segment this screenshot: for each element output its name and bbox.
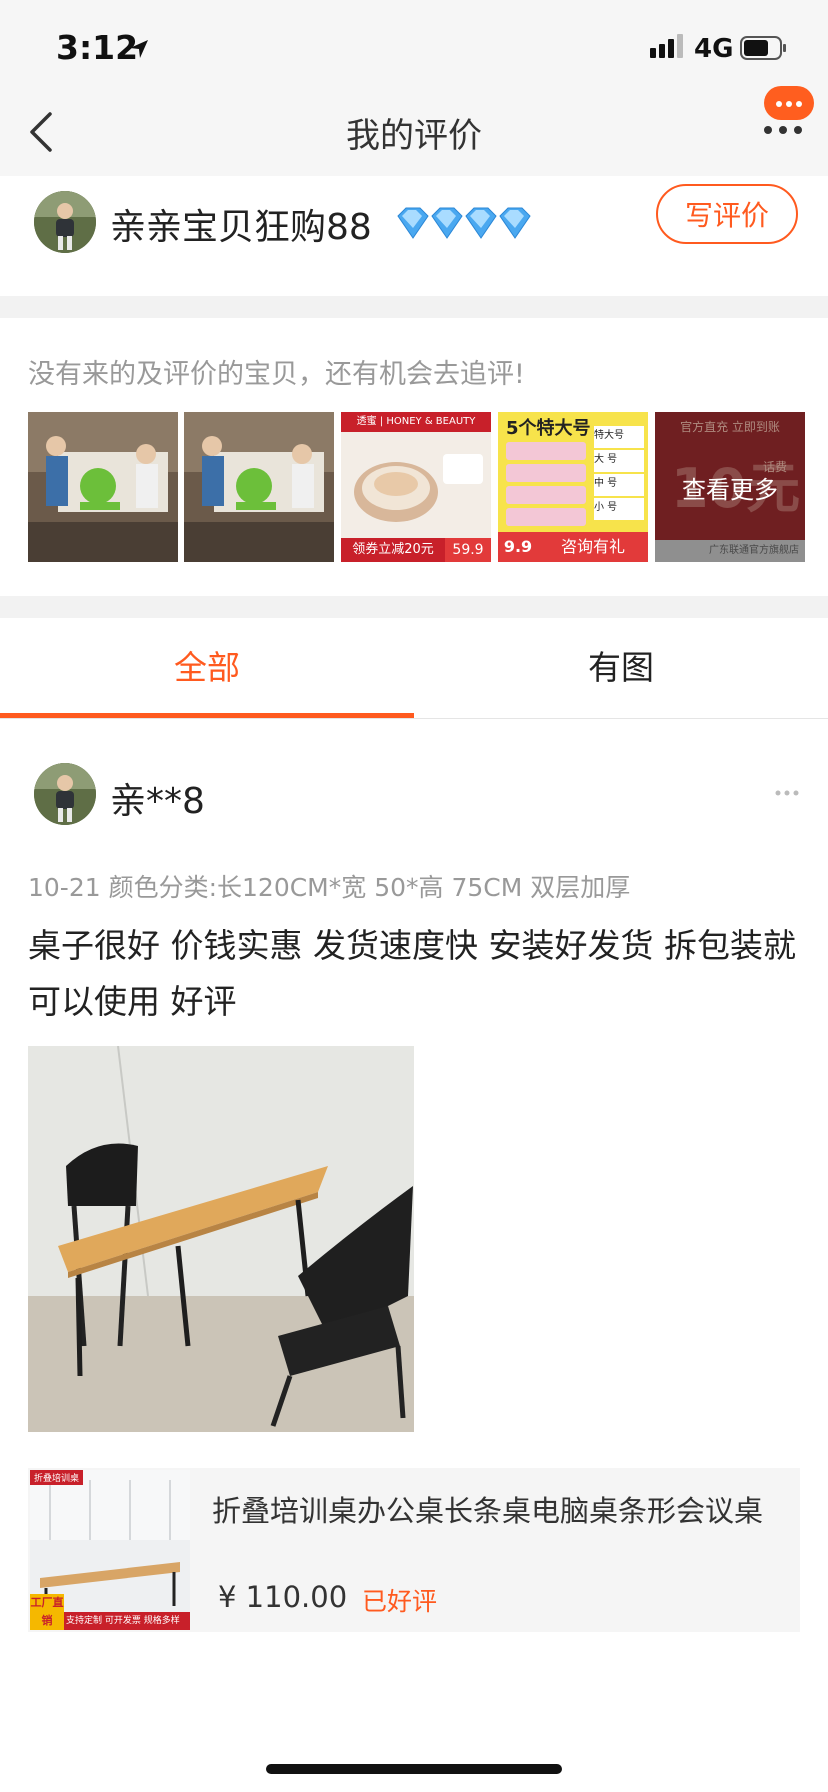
more-options-icon[interactable] [762, 120, 804, 140]
cushion-compact-icon [354, 454, 483, 522]
page-title: 我的评价 [346, 116, 482, 156]
pending-review-hint: 没有来的及评价的宝贝，还有机会去追评! [28, 359, 525, 390]
size-list: 特大号 大 号 中 号 小 号 [594, 426, 644, 520]
tab-divider [0, 718, 828, 719]
product-name: 折叠培训桌办公桌长条桌电脑桌条形会议桌 [212, 1494, 764, 1528]
reviewer-name: 亲**8 [110, 781, 205, 822]
size-label: 小 号 [594, 498, 644, 520]
product-card[interactable]: 折叠培训桌 工厂直销 支持定制 可开发票 规格多样 折叠培训桌办公桌长条桌电脑桌… [28, 1468, 800, 1632]
review-photo[interactable] [28, 1046, 414, 1432]
product-thumbnail: 折叠培训桌 工厂直销 支持定制 可开发票 规格多样 [30, 1470, 190, 1630]
location-arrow-icon [130, 40, 148, 58]
size-label: 特大号 [594, 426, 644, 448]
review-more-icon[interactable] [774, 788, 800, 798]
member-diamond-icon [397, 207, 531, 239]
vacuum-bag-icon [506, 442, 586, 526]
pending-item-thumb[interactable] [184, 412, 334, 562]
pending-item-thumb[interactable]: 透蜜 | HONEY & BEAUTY 领券立减20元 59.9 [341, 412, 491, 562]
size-label: 中 号 [594, 474, 644, 496]
section-divider [0, 296, 828, 318]
size-label: 大 号 [594, 450, 644, 472]
thumb-badge: 领券立减20元 [341, 538, 445, 562]
pending-item-thumb-more[interactable]: 官方直充 立即到账 10元 话费 广东联通官方旗舰店 查看更多 [655, 412, 805, 562]
reviewer-avatar[interactable] [34, 763, 96, 825]
review-status-badge: 已好评 [362, 1587, 438, 1616]
thumb-price: 59.9 [445, 538, 491, 562]
product-price: ¥ 110.00 [218, 1580, 348, 1614]
write-review-button[interactable]: 写评价 [656, 184, 798, 244]
avatar[interactable] [34, 191, 96, 253]
see-more-label[interactable]: 查看更多 [655, 412, 805, 562]
thumb-brand: 透蜜 | HONEY & BEAUTY [341, 412, 491, 432]
thumb-price: 9.9 [498, 532, 538, 562]
pending-item-thumb[interactable]: 5个特大号 特大号 大 号 中 号 小 号 9.9 咨询有礼 [498, 412, 648, 562]
thumb-tag: 折叠培训桌 [30, 1470, 84, 1485]
section-divider [0, 596, 828, 618]
network-type: 4G [694, 34, 734, 64]
status-time: 3:12 [56, 28, 139, 67]
home-indicator[interactable] [266, 1764, 562, 1774]
review-meta: 10-21 颜色分类:长120CM*宽 50*高 75CM 双层加厚 [28, 873, 631, 902]
message-bubble-icon[interactable] [764, 86, 814, 120]
thumb-headline: 5个特大号 [506, 418, 591, 439]
thumb-cta: 咨询有礼 [538, 532, 648, 562]
tab-all[interactable]: 全部 [0, 618, 414, 718]
pending-item-thumb[interactable] [28, 412, 178, 562]
review-text: 桌子很好 价钱实惠 发货速度快 安装好发货 拆包装就可以使用 好评 [28, 926, 796, 1021]
battery-icon [740, 36, 786, 60]
tab-with-photo[interactable]: 有图 [414, 618, 828, 718]
profile-name: 亲亲宝贝狂购88 [110, 207, 372, 248]
thumb-footer: 支持定制 可开发票 规格多样 [66, 1616, 180, 1626]
thumb-corner: 工厂直销 [30, 1594, 64, 1630]
signal-icon [650, 34, 683, 58]
